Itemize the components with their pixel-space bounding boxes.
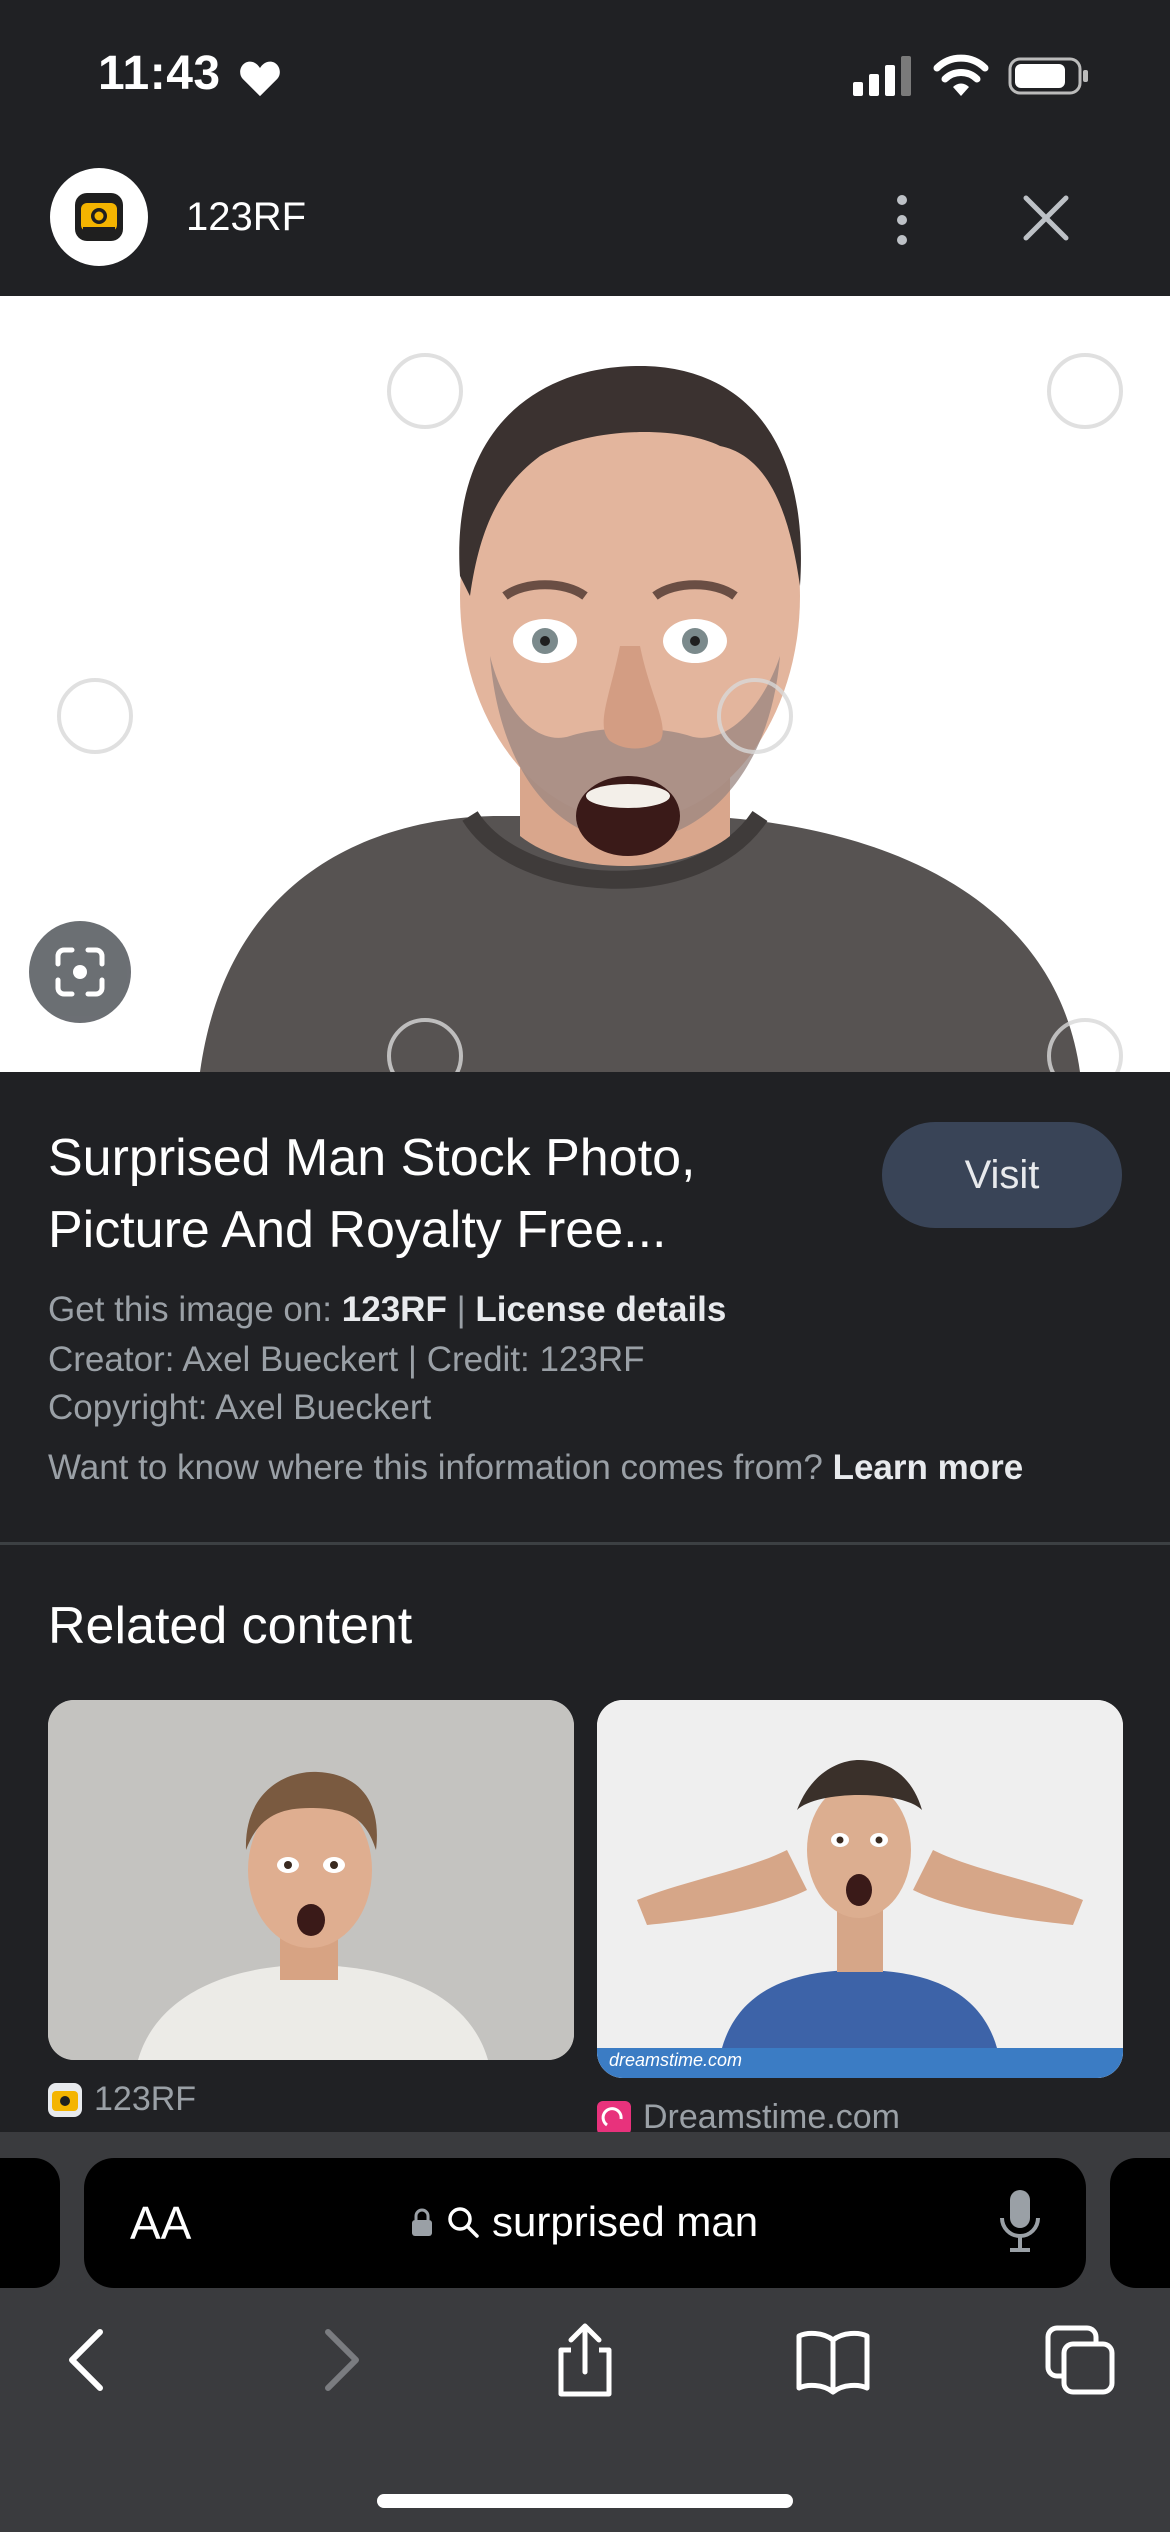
dreamstime-watermark-caption: dreamstime.com [609,2050,743,2070]
related-photo-man-white-shirt [48,1700,574,2060]
viewer-header [0,150,1170,296]
section-divider [0,1542,1170,1545]
info-prompt-line: Want to know where this information come… [48,1448,1023,1488]
close-icon[interactable] [1018,190,1074,246]
bookmarks-icon[interactable] [793,2320,873,2400]
more-dot-icon [897,235,907,245]
lock-icon [412,2208,432,2236]
source-name[interactable]: 123RF [186,195,306,240]
result-title[interactable]: Surprised Man Stock Photo, Picture And R… [48,1122,808,1266]
wifi-icon [933,54,989,96]
home-indicator [377,2494,793,2508]
search-icon [448,2207,479,2238]
more-dot-icon [897,195,907,205]
123rf-logo-icon [75,193,123,241]
tabs-icon[interactable] [1040,2320,1120,2400]
related-image-card[interactable]: dreamstime.com [597,1700,1123,2078]
source-line: Get this image on: 123RF | License detai… [48,1290,726,1330]
more-options-button[interactable] [880,180,924,260]
123rf-favicon-icon [48,2082,82,2117]
search-query: surprised man [492,2198,759,2245]
microphone-icon[interactable] [994,2186,1046,2256]
more-dot-icon [897,215,907,225]
separator: | [456,1290,466,1329]
surprised-man-photo [0,296,1170,1072]
heart-icon [240,61,280,97]
source-favicon [50,168,148,266]
related-photo-man-blue-shirt [597,1700,1123,2078]
previous-tab-edge[interactable] [0,2158,60,2288]
copyright-line: Copyright: Axel Bueckert [48,1388,432,1427]
next-tab-edge[interactable] [1110,2158,1170,2288]
google-lens-button[interactable] [29,921,131,1023]
status-time: 11:43 [98,47,221,100]
info-prompt-text: Want to know where this information come… [48,1448,823,1487]
reader-text-size-button[interactable]: AA [130,2196,191,2250]
forward-icon[interactable] [300,2320,380,2400]
back-icon[interactable] [48,2320,128,2400]
related-source-label: 123RF [94,2080,197,2118]
lens-icon [55,947,105,997]
source-link[interactable]: 123RF [342,1290,447,1329]
aa-label: AA [130,2197,192,2249]
related-image-card[interactable] [48,1700,574,2060]
visit-button[interactable]: Visit [882,1122,1122,1228]
cellular-signal-icon [853,56,911,96]
creator-line: Creator: Axel Bueckert | Credit: 123RF [48,1340,645,1379]
url-field[interactable]: surprised man [410,2198,758,2246]
related-source-1[interactable]: 123RF [48,2080,196,2119]
main-image[interactable] [0,296,1170,1072]
get-image-prefix: Get this image on: [48,1290,333,1329]
learn-more-link[interactable]: Learn more [833,1448,1024,1487]
share-icon[interactable] [545,2320,625,2400]
related-content-heading: Related content [48,1597,413,1655]
dreamstime-favicon-icon [597,2100,631,2135]
battery-icon [1008,57,1088,95]
license-details-link[interactable]: License details [475,1290,726,1329]
